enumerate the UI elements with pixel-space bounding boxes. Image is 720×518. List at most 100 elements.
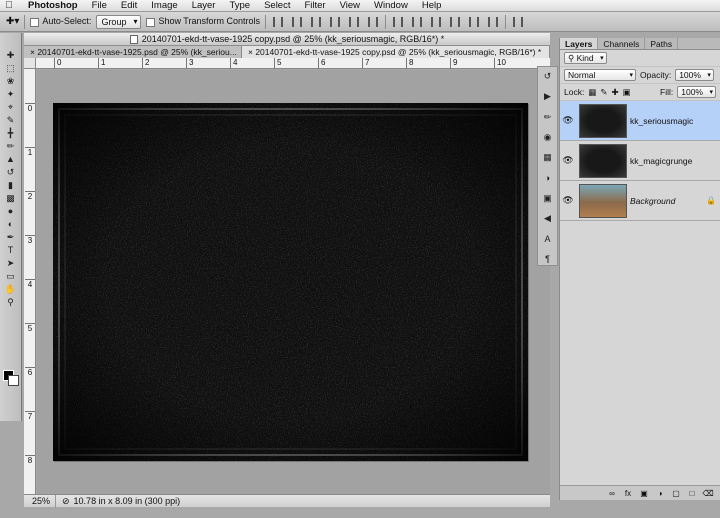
document-tab-active[interactable]: × 20140701-ekd-tt-vase-1925 copy.psd @ 2…: [242, 46, 550, 58]
document-size-info[interactable]: 10.78 in x 8.09 in (300 ppi): [74, 496, 181, 506]
layer-row[interactable]: 👁 Background 🔒: [560, 181, 720, 221]
align-vcenter-icon[interactable]: [292, 16, 302, 27]
ruler-origin[interactable]: [24, 58, 36, 69]
mask-icon[interactable]: ▣: [639, 489, 649, 498]
vertical-ruler[interactable]: 0 1 2 3 4 5 6 7 8: [24, 69, 36, 494]
distribute-bottom-icon[interactable]: [431, 16, 441, 27]
character-panel-icon[interactable]: A: [541, 233, 554, 244]
blend-mode-dropdown[interactable]: Normal: [564, 69, 636, 81]
auto-align-icon[interactable]: [513, 16, 523, 27]
zoom-level[interactable]: 25%: [24, 494, 56, 508]
adjustments-panel-icon[interactable]: ◑: [541, 172, 554, 183]
tab-paths[interactable]: Paths: [645, 38, 679, 49]
lock-position-icon[interactable]: ✚: [611, 87, 618, 98]
layer-row[interactable]: 👁 kk_magicgrunge: [560, 141, 720, 181]
distribute-hcenter-icon[interactable]: [469, 16, 479, 27]
history-brush-tool-icon[interactable]: ↺: [4, 166, 18, 177]
move-tool-preset-icon[interactable]: ✚▾: [6, 16, 19, 27]
ruler-label: 7: [25, 411, 35, 421]
menu-image[interactable]: Image: [144, 0, 184, 12]
divider: [505, 14, 506, 29]
menu-edit[interactable]: Edit: [114, 0, 144, 12]
menu-window[interactable]: Window: [367, 0, 415, 12]
align-left-icon[interactable]: [330, 16, 340, 27]
layer-name: kk_seriousmagic: [630, 115, 694, 126]
filter-kind-dropdown[interactable]: ⚲ Kind: [564, 52, 607, 64]
pen-tool-icon[interactable]: ✒: [4, 231, 18, 242]
new-layer-icon[interactable]: □: [687, 489, 697, 498]
type-tool-icon[interactable]: T: [4, 244, 18, 255]
paragraph-panel-icon[interactable]: ¶: [541, 254, 554, 265]
document-canvas[interactable]: [53, 103, 528, 461]
move-tool-icon[interactable]: ✚: [4, 49, 18, 60]
quick-select-tool-icon[interactable]: ✦: [4, 88, 18, 99]
healing-tool-icon[interactable]: ╋: [4, 127, 18, 138]
distribute-right-icon[interactable]: [488, 16, 498, 27]
styles-panel-icon[interactable]: ▣: [541, 193, 554, 204]
distribute-vcenter-icon[interactable]: [412, 16, 422, 27]
adjustment-icon[interactable]: ◑: [655, 489, 665, 498]
menu-type[interactable]: Type: [222, 0, 257, 12]
opacity-field[interactable]: 100%: [675, 69, 714, 81]
marquee-tool-icon[interactable]: ⬚: [4, 62, 18, 73]
menu-filter[interactable]: Filter: [297, 0, 332, 12]
layer-row[interactable]: 👁 kk_seriousmagic: [560, 101, 720, 141]
distribute-left-icon[interactable]: [450, 16, 460, 27]
align-hcenter-icon[interactable]: [349, 16, 359, 27]
distribute-top-icon[interactable]: [393, 16, 403, 27]
horizontal-ruler[interactable]: 0 1 2 3 4 5 6 7 8 9 10: [36, 58, 550, 69]
fx-icon[interactable]: fx: [623, 489, 633, 498]
path-select-tool-icon[interactable]: ➤: [4, 257, 18, 268]
visibility-eye-icon[interactable]: 👁: [560, 195, 576, 206]
visibility-eye-icon[interactable]: 👁: [560, 115, 576, 126]
eraser-tool-icon[interactable]: ▮: [4, 179, 18, 190]
menu-file[interactable]: File: [85, 0, 114, 12]
app-menu[interactable]: Photoshop: [18, 0, 85, 12]
apple-icon[interactable]: : [0, 0, 18, 11]
tab-channels[interactable]: Channels: [598, 38, 646, 49]
folder-icon[interactable]: ▢: [671, 489, 681, 498]
auto-select-checkbox[interactable]: Auto-Select:: [30, 16, 91, 27]
gradient-tool-icon[interactable]: ▩: [4, 192, 18, 203]
stamp-tool-icon[interactable]: ▲: [4, 153, 18, 164]
ruler-label: 2: [25, 191, 35, 201]
document-tab[interactable]: × 20140701-ekd-tt-vase-1925.psd @ 25% (k…: [24, 46, 242, 58]
brush-presets-icon[interactable]: ✏: [541, 112, 554, 123]
history-panel-icon[interactable]: ↺: [541, 71, 554, 82]
menu-select[interactable]: Select: [257, 0, 297, 12]
menu-layer[interactable]: Layer: [185, 0, 223, 12]
layer-name: kk_magicgrunge: [630, 155, 693, 166]
options-bar: ✚▾ Auto-Select: Group Show Transform Con…: [0, 12, 720, 32]
brush-tool-icon[interactable]: ✏: [4, 140, 18, 151]
color-panel-icon[interactable]: ◉: [541, 132, 554, 143]
divider: [385, 14, 386, 29]
crop-tool-icon[interactable]: ⌖: [4, 101, 18, 112]
lasso-tool-icon[interactable]: ❀: [4, 75, 18, 86]
blur-tool-icon[interactable]: ●: [4, 205, 18, 216]
background-color-swatch[interactable]: [8, 375, 19, 386]
shape-tool-icon[interactable]: ▭: [4, 270, 18, 281]
lock-paint-icon[interactable]: ✎: [600, 87, 607, 98]
dodge-tool-icon[interactable]: ◐: [4, 218, 18, 229]
align-top-icon[interactable]: [273, 16, 283, 27]
menu-help[interactable]: Help: [415, 0, 449, 12]
visibility-eye-icon[interactable]: 👁: [560, 155, 576, 166]
zoom-tool-icon[interactable]: ⚲: [4, 296, 18, 307]
properties-panel-icon[interactable]: ◀: [541, 213, 554, 224]
lock-all-icon[interactable]: ▣: [623, 87, 631, 98]
swatches-panel-icon[interactable]: ▦: [541, 152, 554, 163]
fill-field[interactable]: 100%: [677, 86, 716, 98]
hand-tool-icon[interactable]: ✋: [4, 283, 18, 294]
align-bottom-icon[interactable]: [311, 16, 321, 27]
tab-layers[interactable]: Layers: [560, 38, 599, 49]
auto-select-dropdown[interactable]: Group: [96, 14, 142, 29]
trash-icon[interactable]: ⌫: [702, 489, 713, 498]
show-transform-checkbox[interactable]: Show Transform Controls: [146, 16, 260, 27]
status-icon[interactable]: ⊘: [62, 496, 70, 507]
actions-panel-icon[interactable]: ▶: [541, 91, 554, 102]
lock-transparency-icon[interactable]: ▦: [588, 87, 596, 98]
link-icon[interactable]: ∞: [607, 489, 617, 498]
align-right-icon[interactable]: [368, 16, 378, 27]
menu-view[interactable]: View: [333, 0, 367, 12]
eyedropper-tool-icon[interactable]: ✎: [4, 114, 18, 125]
